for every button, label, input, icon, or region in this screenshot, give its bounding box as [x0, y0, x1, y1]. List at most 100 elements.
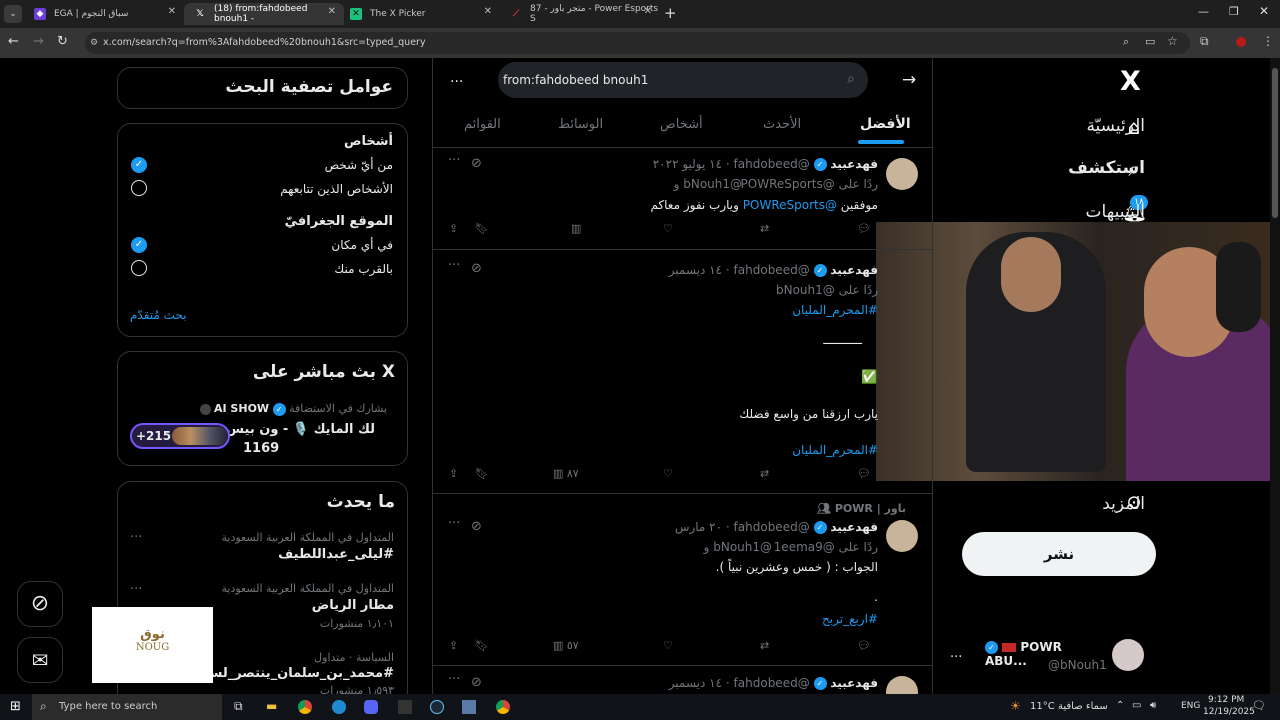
post-more-icon[interactable]: ··· — [448, 672, 460, 687]
volume-icon[interactable]: 🔊︎ — [1150, 700, 1156, 711]
radio-following[interactable] — [131, 180, 147, 196]
weather-label[interactable]: سماء صافية — [1058, 701, 1108, 712]
tab-latest[interactable]: الأحدث — [763, 117, 801, 132]
post-author-avatar[interactable] — [886, 520, 918, 552]
taskbar-search-box[interactable]: ⌕ Type here to search — [32, 694, 222, 720]
app-icon[interactable] — [398, 700, 412, 714]
repost-icon[interactable]: ⇄ — [760, 222, 769, 235]
post-more-icon[interactable]: ··· — [448, 516, 460, 531]
post-hashtag[interactable]: #المحرم_المليان — [792, 443, 878, 457]
task-view-icon[interactable]: ⧉ — [234, 699, 243, 714]
post-author-avatar[interactable] — [886, 158, 918, 190]
trend-more-icon[interactable]: ··· — [130, 530, 142, 545]
post-item[interactable]: باور | POWR 👥︎ فهدعبيد ✓ @fahdobeed · ٢٠… — [433, 494, 932, 666]
search-input[interactable]: from:fahdobeed bnouh1 ⌕ — [498, 62, 868, 98]
close-window-icon[interactable]: ✕ — [1259, 4, 1269, 18]
filter-option-following[interactable]: الأشخاص الذين تتابعهم — [280, 182, 393, 196]
messages-float-button[interactable]: ✉ — [17, 637, 63, 683]
views-icon[interactable]: ▥ — [571, 222, 581, 235]
browser-tab-power-store[interactable]: ⟋ 87 - متجر باور - Power Esports S ✕ — [500, 3, 660, 25]
nav-item-home[interactable]: الرئيسيّة — [1086, 116, 1145, 136]
grok-icon[interactable]: ⊘ — [471, 519, 482, 534]
post-author-avatar[interactable] — [886, 676, 918, 694]
account-menu-icon[interactable]: ... — [950, 646, 962, 661]
profile-icon[interactable] — [1236, 37, 1246, 47]
post-author-handle[interactable]: @fahdobeed — [734, 676, 810, 690]
tab-people[interactable]: أشخاص — [660, 117, 703, 132]
repost-icon[interactable]: ⇄ — [760, 639, 769, 652]
close-icon[interactable]: ✕ — [328, 6, 336, 17]
share-icon[interactable]: ⇪ — [449, 222, 458, 235]
like-icon[interactable]: ♡ — [663, 467, 673, 480]
post-reply-line-2[interactable]: @bNouh1 و — [704, 540, 772, 554]
post-author-handle[interactable]: @fahdobeed — [734, 263, 810, 277]
trend-topic[interactable]: مطار الرياض — [312, 598, 394, 613]
post-hashtag[interactable]: #المحرم_المليان — [792, 303, 878, 317]
account-avatar[interactable] — [1112, 639, 1144, 671]
browser-tab-x-search[interactable]: 𝕏 (18) from:fahdobeed bnouh1 - ✕ — [184, 3, 344, 25]
scrollbar-thumb[interactable] — [1272, 68, 1278, 218]
post-author-name[interactable]: فهدعبيد — [830, 676, 878, 690]
repost-icon[interactable]: ⇄ — [760, 467, 769, 480]
discord-icon[interactable] — [364, 700, 378, 714]
trend-topic[interactable]: #محمد_بن_سلمان_ينتصر_لسـ — [209, 666, 394, 681]
grok-float-button[interactable]: ⊘ — [17, 581, 63, 627]
x-logo-icon[interactable]: X — [1120, 66, 1141, 97]
repost-label-text[interactable]: باور | POWR — [835, 502, 906, 515]
grok-icon[interactable]: ⊘ — [471, 261, 482, 276]
site-info-icon[interactable]: ⚙ — [90, 32, 98, 54]
post-date[interactable]: ١٤ يوليو ٢٠٢٢ — [653, 157, 722, 171]
bookmark-star-icon[interactable]: ☆ — [1167, 34, 1178, 48]
windows-start-icon[interactable]: ⊞ — [10, 699, 21, 714]
clock-time[interactable]: 9:12 PM — [1208, 695, 1244, 705]
advanced-search-link[interactable]: بحث مُتقدّم — [130, 308, 187, 322]
share-icon[interactable]: ⇪ — [449, 639, 458, 652]
filter-option-near-you[interactable]: بالقرب منك — [334, 262, 393, 276]
trend-more-icon[interactable]: ··· — [130, 582, 142, 597]
post-date[interactable]: ١٤ ديسمبر — [669, 263, 722, 277]
network-icon[interactable]: ▭ — [1132, 700, 1141, 711]
minimize-icon[interactable]: — — [1198, 5, 1209, 18]
browser-tab-x-picker[interactable]: ✕ The X Picker ✕ — [340, 3, 500, 25]
nav-item-more[interactable]: المزيد — [1102, 494, 1145, 514]
trend-topic[interactable]: #ليلى_عبداللطيف — [278, 547, 394, 562]
post-hashtag[interactable]: #اربع_تربح — [822, 612, 878, 626]
views-icon[interactable]: ▥ ٨٧ — [553, 467, 579, 480]
radio-anywhere[interactable]: ✓ — [131, 237, 147, 253]
tab-list-icon[interactable]: ⌄ — [4, 5, 22, 23]
space-title[interactable]: لك المايك 🎙️ - ون بيس — [226, 422, 375, 437]
post-more-icon[interactable]: ··· — [448, 153, 460, 168]
post-reply-line-2[interactable]: @bNouh1 و — [674, 177, 742, 191]
tab-top[interactable]: الأفضل — [860, 116, 911, 132]
reply-to-text[interactable]: ردًا على @POWReSports — [741, 177, 878, 191]
reload-icon[interactable]: ↻ — [57, 34, 68, 49]
bookmark-icon[interactable]: 🔖︎ — [475, 467, 489, 480]
weather-temp[interactable]: 11°C — [1030, 701, 1055, 712]
chrome-icon[interactable] — [298, 700, 312, 714]
close-icon[interactable]: ✕ — [168, 6, 176, 17]
host-name[interactable]: AI SHOW — [214, 402, 269, 415]
reply-icon[interactable]: 💬︎ — [857, 467, 871, 480]
post-more-icon[interactable]: ··· — [448, 258, 460, 273]
post-author-name[interactable]: فهدعبيد — [830, 520, 878, 534]
post-date[interactable]: ٢٠ مارس — [675, 520, 722, 534]
zoom-icon[interactable]: ⌕ — [1123, 35, 1129, 49]
nav-item-explore[interactable]: استكشف — [1068, 158, 1145, 178]
install-icon[interactable]: ▭ — [1145, 35, 1155, 48]
forward-icon[interactable]: → — [33, 34, 44, 49]
restore-icon[interactable]: ❐ — [1229, 5, 1239, 18]
radio-near-you[interactable] — [131, 260, 147, 276]
post-item[interactable]: فهدعبيد ✓ @fahdobeed · ١٤ ديسمبر ردًا عل… — [433, 250, 932, 494]
reply-icon[interactable]: 💬︎ — [857, 639, 871, 652]
post-item[interactable]: فهدعبيد ✓ @fahdobeed · ١٤ يوليو ٢٠٢٢ ردً… — [433, 148, 932, 250]
views-icon[interactable]: ▥ ٥٧ — [553, 639, 579, 652]
new-tab-button[interactable]: + — [664, 4, 677, 22]
radio-anyone[interactable]: ✓ — [131, 157, 147, 173]
notifications-icon[interactable]: 🗨︎ — [1252, 699, 1266, 712]
address-bar[interactable]: ⚙ x.com/search?q=from%3Afahdobeed%20bnou… — [85, 32, 1190, 54]
post-author-handle[interactable]: @fahdobeed — [734, 157, 810, 171]
back-arrow-icon[interactable]: → — [902, 70, 916, 90]
space-listeners-pill[interactable]: +215 — [130, 423, 230, 449]
post-author-name[interactable]: فهدعبيد — [830, 157, 878, 171]
back-icon[interactable]: ← — [8, 34, 19, 49]
